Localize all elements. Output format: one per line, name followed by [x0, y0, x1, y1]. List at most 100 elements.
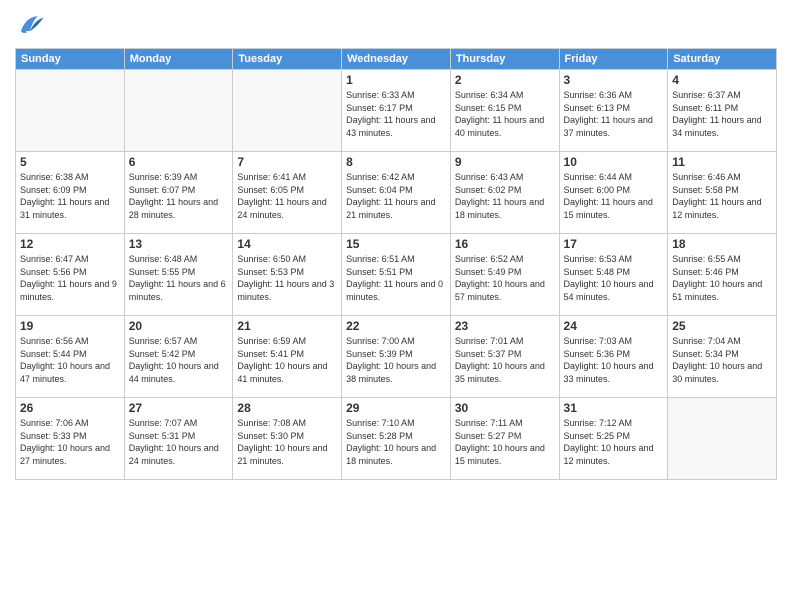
- day-header-saturday: Saturday: [668, 49, 777, 70]
- calendar-cell: [668, 398, 777, 480]
- day-info: Sunrise: 7:04 AM Sunset: 5:34 PM Dayligh…: [672, 335, 772, 385]
- calendar-cell: [233, 70, 342, 152]
- calendar-cell: 23 Sunrise: 7:01 AM Sunset: 5:37 PM Dayli…: [450, 316, 559, 398]
- day-info: Sunrise: 7:03 AM Sunset: 5:36 PM Dayligh…: [564, 335, 664, 385]
- day-number: 10: [564, 155, 664, 169]
- calendar-cell: 2Sunrise: 6:34 AM Sunset: 6:15 PM Daylig…: [450, 70, 559, 152]
- day-info: Sunrise: 6:47 AM Sunset: 5:56 PM Dayligh…: [20, 253, 120, 303]
- calendar-cell: 16 Sunrise: 6:52 AM Sunset: 5:49 PM Dayli…: [450, 234, 559, 316]
- day-info: Sunrise: 6:37 AM Sunset: 6:11 PM Dayligh…: [672, 89, 772, 139]
- calendar-cell: 21Sunrise: 6:59 AM Sunset: 5:41 PM Dayli…: [233, 316, 342, 398]
- day-info: Sunrise: 6:34 AM Sunset: 6:15 PM Dayligh…: [455, 89, 555, 139]
- day-number: 24: [564, 319, 664, 333]
- day-header-thursday: Thursday: [450, 49, 559, 70]
- day-info: Sunrise: 6:41 AM Sunset: 6:05 PM Dayligh…: [237, 171, 337, 221]
- calendar-cell: 26Sunrise: 7:06 AM Sunset: 5:33 PM Dayli…: [16, 398, 125, 480]
- day-info: Sunrise: 6:36 AM Sunset: 6:13 PM Dayligh…: [564, 89, 664, 139]
- day-info: Sunrise: 6:51 AM Sunset: 5:51 PM Dayligh…: [346, 253, 446, 303]
- week-row-5: 26Sunrise: 7:06 AM Sunset: 5:33 PM Dayli…: [16, 398, 777, 480]
- day-number: 1: [346, 73, 446, 87]
- day-number: 29: [346, 401, 446, 415]
- day-info: Sunrise: 7:12 AM Sunset: 5:25 PM Dayligh…: [564, 417, 664, 467]
- calendar-cell: 18 Sunrise: 6:55 AM Sunset: 5:46 PM Dayli…: [668, 234, 777, 316]
- day-info: Sunrise: 6:56 AM Sunset: 5:44 PM Dayligh…: [20, 335, 120, 385]
- day-info: Sunrise: 7:06 AM Sunset: 5:33 PM Dayligh…: [20, 417, 120, 467]
- calendar-cell: [124, 70, 233, 152]
- day-number: 19: [20, 319, 120, 333]
- day-info: Sunrise: 7:11 AM Sunset: 5:27 PM Dayligh…: [455, 417, 555, 467]
- calendar-cell: 1 Sunrise: 6:33 AM Sunset: 6:17 PM Daylig…: [342, 70, 451, 152]
- day-number: 31: [564, 401, 664, 415]
- calendar-cell: 8 Sunrise: 6:42 AM Sunset: 6:04 PM Daylig…: [342, 152, 451, 234]
- day-info: Sunrise: 6:53 AM Sunset: 5:48 PM Dayligh…: [564, 253, 664, 303]
- day-number: 16: [455, 237, 555, 251]
- day-number: 6: [129, 155, 229, 169]
- day-info: Sunrise: 6:52 AM Sunset: 5:49 PM Dayligh…: [455, 253, 555, 303]
- calendar-cell: 20 Sunrise: 6:57 AM Sunset: 5:42 PM Dayli…: [124, 316, 233, 398]
- calendar-cell: 22 Sunrise: 7:00 AM Sunset: 5:39 PM Dayli…: [342, 316, 451, 398]
- header: [15, 10, 777, 40]
- day-number: 12: [20, 237, 120, 251]
- day-number: 25: [672, 319, 772, 333]
- week-row-1: 1 Sunrise: 6:33 AM Sunset: 6:17 PM Daylig…: [16, 70, 777, 152]
- day-number: 8: [346, 155, 446, 169]
- day-info: Sunrise: 7:07 AM Sunset: 5:31 PM Dayligh…: [129, 417, 229, 467]
- calendar-cell: 28Sunrise: 7:08 AM Sunset: 5:30 PM Dayli…: [233, 398, 342, 480]
- week-row-2: 5 Sunrise: 6:38 AM Sunset: 6:09 PM Daylig…: [16, 152, 777, 234]
- day-info: Sunrise: 6:48 AM Sunset: 5:55 PM Dayligh…: [129, 253, 229, 303]
- day-header-wednesday: Wednesday: [342, 49, 451, 70]
- day-number: 11: [672, 155, 772, 169]
- day-info: Sunrise: 6:57 AM Sunset: 5:42 PM Dayligh…: [129, 335, 229, 385]
- day-header-sunday: Sunday: [16, 49, 125, 70]
- calendar: SundayMondayTuesdayWednesdayThursdayFrid…: [15, 48, 777, 480]
- page: SundayMondayTuesdayWednesdayThursdayFrid…: [0, 0, 792, 612]
- calendar-cell: 9 Sunrise: 6:43 AM Sunset: 6:02 PM Daylig…: [450, 152, 559, 234]
- calendar-cell: 31 Sunrise: 7:12 AM Sunset: 5:25 PM Dayli…: [559, 398, 668, 480]
- day-number: 30: [455, 401, 555, 415]
- day-info: Sunrise: 6:43 AM Sunset: 6:02 PM Dayligh…: [455, 171, 555, 221]
- day-info: Sunrise: 6:38 AM Sunset: 6:09 PM Dayligh…: [20, 171, 120, 221]
- day-info: Sunrise: 7:10 AM Sunset: 5:28 PM Dayligh…: [346, 417, 446, 467]
- day-number: 20: [129, 319, 229, 333]
- day-number: 5: [20, 155, 120, 169]
- day-info: Sunrise: 6:33 AM Sunset: 6:17 PM Dayligh…: [346, 89, 446, 139]
- calendar-cell: [16, 70, 125, 152]
- calendar-cell: 17 Sunrise: 6:53 AM Sunset: 5:48 PM Dayli…: [559, 234, 668, 316]
- calendar-cell: 19 Sunrise: 6:56 AM Sunset: 5:44 PM Dayli…: [16, 316, 125, 398]
- day-header-friday: Friday: [559, 49, 668, 70]
- logo: [15, 10, 49, 40]
- day-number: 18: [672, 237, 772, 251]
- calendar-cell: 24 Sunrise: 7:03 AM Sunset: 5:36 PM Dayli…: [559, 316, 668, 398]
- day-header-monday: Monday: [124, 49, 233, 70]
- week-row-4: 19 Sunrise: 6:56 AM Sunset: 5:44 PM Dayli…: [16, 316, 777, 398]
- week-row-3: 12 Sunrise: 6:47 AM Sunset: 5:56 PM Dayli…: [16, 234, 777, 316]
- days-header-row: SundayMondayTuesdayWednesdayThursdayFrid…: [16, 49, 777, 70]
- day-info: Sunrise: 7:08 AM Sunset: 5:30 PM Dayligh…: [237, 417, 337, 467]
- calendar-cell: 29 Sunrise: 7:10 AM Sunset: 5:28 PM Dayli…: [342, 398, 451, 480]
- calendar-cell: 11 Sunrise: 6:46 AM Sunset: 5:58 PM Dayli…: [668, 152, 777, 234]
- day-number: 9: [455, 155, 555, 169]
- day-info: Sunrise: 6:44 AM Sunset: 6:00 PM Dayligh…: [564, 171, 664, 221]
- day-info: Sunrise: 6:50 AM Sunset: 5:53 PM Dayligh…: [237, 253, 337, 303]
- day-info: Sunrise: 6:42 AM Sunset: 6:04 PM Dayligh…: [346, 171, 446, 221]
- calendar-cell: 5 Sunrise: 6:38 AM Sunset: 6:09 PM Daylig…: [16, 152, 125, 234]
- day-info: Sunrise: 7:01 AM Sunset: 5:37 PM Dayligh…: [455, 335, 555, 385]
- day-number: 14: [237, 237, 337, 251]
- day-info: Sunrise: 6:46 AM Sunset: 5:58 PM Dayligh…: [672, 171, 772, 221]
- calendar-cell: 3Sunrise: 6:36 AM Sunset: 6:13 PM Daylig…: [559, 70, 668, 152]
- day-number: 17: [564, 237, 664, 251]
- calendar-cell: 13 Sunrise: 6:48 AM Sunset: 5:55 PM Dayli…: [124, 234, 233, 316]
- day-number: 7: [237, 155, 337, 169]
- calendar-cell: 27Sunrise: 7:07 AM Sunset: 5:31 PM Dayli…: [124, 398, 233, 480]
- calendar-cell: 12 Sunrise: 6:47 AM Sunset: 5:56 PM Dayli…: [16, 234, 125, 316]
- day-info: Sunrise: 6:59 AM Sunset: 5:41 PM Dayligh…: [237, 335, 337, 385]
- calendar-cell: 7 Sunrise: 6:41 AM Sunset: 6:05 PM Daylig…: [233, 152, 342, 234]
- day-number: 23: [455, 319, 555, 333]
- calendar-cell: 15Sunrise: 6:51 AM Sunset: 5:51 PM Dayli…: [342, 234, 451, 316]
- calendar-cell: 4Sunrise: 6:37 AM Sunset: 6:11 PM Daylig…: [668, 70, 777, 152]
- calendar-cell: 25 Sunrise: 7:04 AM Sunset: 5:34 PM Dayli…: [668, 316, 777, 398]
- day-info: Sunrise: 7:00 AM Sunset: 5:39 PM Dayligh…: [346, 335, 446, 385]
- day-number: 22: [346, 319, 446, 333]
- day-info: Sunrise: 6:55 AM Sunset: 5:46 PM Dayligh…: [672, 253, 772, 303]
- day-number: 13: [129, 237, 229, 251]
